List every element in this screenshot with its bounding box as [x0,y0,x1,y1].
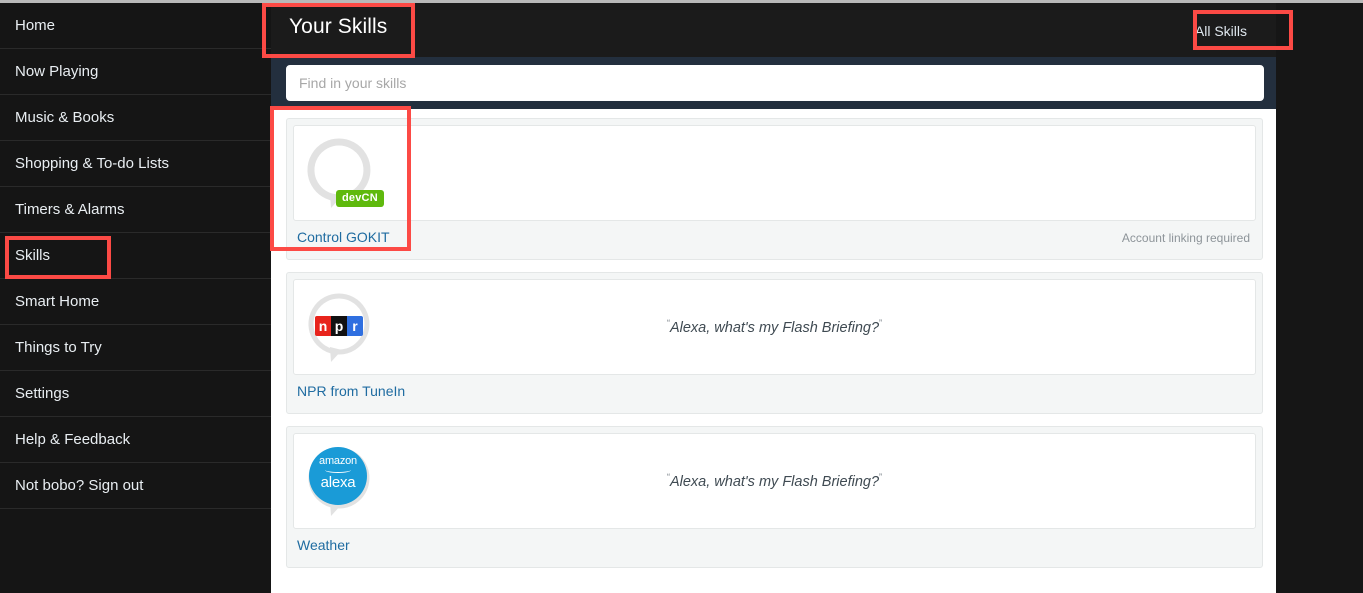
skill-card-list: devCN Control GOKIT Account linking requ… [271,109,1276,568]
main-content-panel: Your Skills All Skills devCN [271,3,1276,593]
sidebar-item-home[interactable]: Home [0,3,271,49]
sidebar-item-help-and-feedback[interactable]: Help & Feedback [0,417,271,463]
alexa-app-window: Home Now Playing Music & Books Shopping … [0,0,1363,593]
sidebar-item-label: Home [15,17,56,34]
skill-invocation-phrase: “Alexa, what's my Flash Briefing?” [294,318,1255,336]
quote-close: ” [879,472,883,483]
skill-card[interactable]: devCN Control GOKIT Account linking requ… [286,118,1263,260]
amazon-wordmark: amazon [319,455,357,467]
skill-card-body: amazon alexa “Alexa, what's my Flash Bri… [293,433,1256,529]
skill-card-footer: Weather [293,529,1256,561]
sidebar-item-label: Shopping & To-do Lists [15,155,169,172]
skill-name-link[interactable]: Control GOKIT [297,229,390,245]
skill-card[interactable]: amazon alexa “Alexa, what's my Flash Bri… [286,426,1263,568]
sidebar-item-label: Now Playing [15,63,99,80]
quote-close: ” [879,318,883,329]
all-skills-link[interactable]: All Skills [1195,23,1247,39]
search-input[interactable] [286,65,1264,101]
sidebar-item-things-to-try[interactable]: Things to Try [0,325,271,371]
sidebar-item-label: Music & Books [15,109,115,126]
skill-invocation-phrase: “Alexa, what's my Flash Briefing?” [294,472,1255,490]
sidebar-item-label: Things to Try [15,339,102,356]
speech-bubble-placeholder-icon: devCN [304,136,384,212]
skill-card[interactable]: n p r “Alexa, what's my Flash Briefing?”… [286,272,1263,414]
search-bar-container [271,57,1276,109]
skill-card-footer: Control GOKIT Account linking required [293,221,1256,253]
sidebar-item-sign-out[interactable]: Not bobo? Sign out [0,463,271,509]
sidebar-item-now-playing[interactable]: Now Playing [0,49,271,95]
sidebar-item-label: Help & Feedback [15,431,131,448]
page-title: Your Skills [289,15,388,38]
skill-phrase-text: Alexa, what's my Flash Briefing? [669,473,880,490]
sidebar-item-smart-home[interactable]: Smart Home [0,279,271,325]
skill-card-footer: NPR from TuneIn [293,375,1256,407]
sidebar-item-skills[interactable]: Skills [0,233,271,279]
skill-phrase-text: Alexa, what's my Flash Briefing? [669,319,880,336]
skill-card-body: n p r “Alexa, what's my Flash Briefing?” [293,279,1256,375]
skill-badge: devCN [336,190,384,207]
sidebar-item-timers-and-alarms[interactable]: Timers & Alarms [0,187,271,233]
sidebar-item-label: Not bobo? Sign out [15,477,144,494]
sidebar-item-label: Skills [15,247,51,264]
skill-card-body: devCN [293,125,1256,221]
sidebar-item-label: Timers & Alarms [15,201,125,218]
skill-name-link[interactable]: NPR from TuneIn [297,383,405,399]
sidebar-item-music-and-books[interactable]: Music & Books [0,95,271,141]
sidebar-item-settings[interactable]: Settings [0,371,271,417]
sidebar-navigation: Home Now Playing Music & Books Shopping … [0,3,271,593]
sidebar-item-label: Settings [15,385,70,402]
sidebar-item-shopping-and-todo-lists[interactable]: Shopping & To-do Lists [0,141,271,187]
sidebar-item-label: Smart Home [15,293,100,310]
skill-name-link[interactable]: Weather [297,537,350,553]
top-header-bar: Your Skills All Skills [271,3,1276,57]
skill-account-linking-status: Account linking required [1121,231,1250,245]
